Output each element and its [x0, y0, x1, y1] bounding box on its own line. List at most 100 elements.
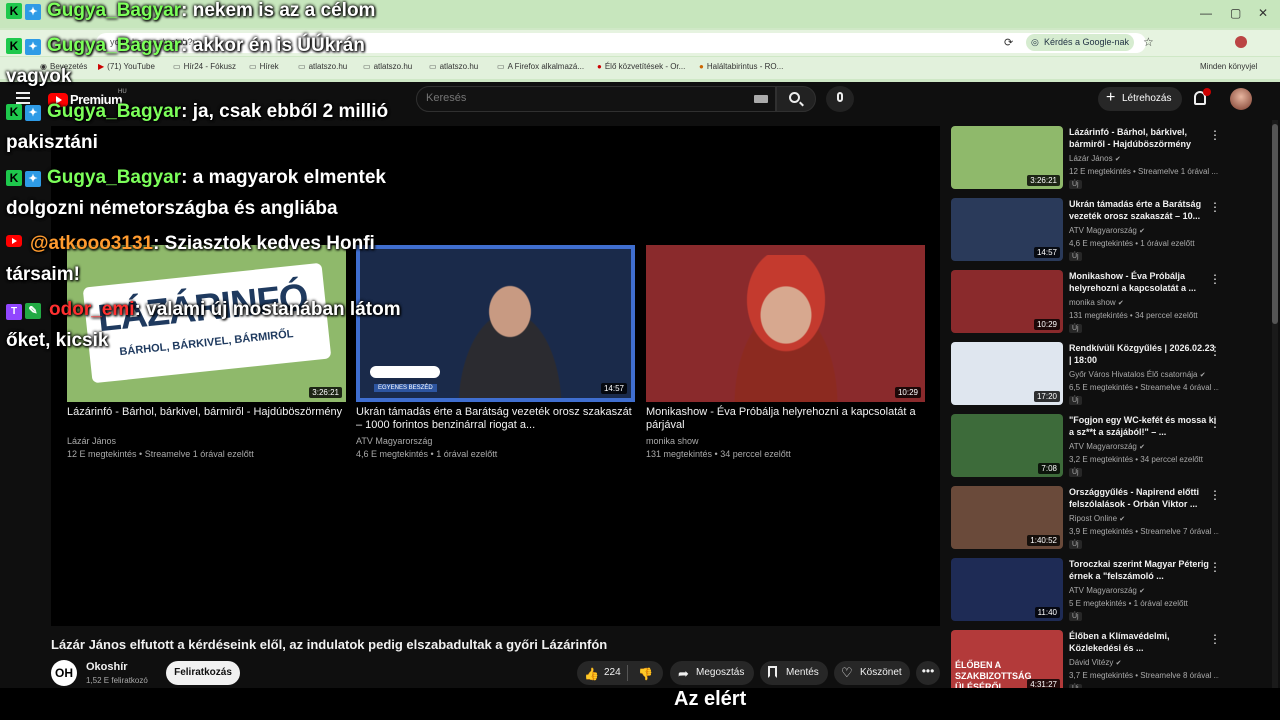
chat-text: : ja, csak ebből 2 millió	[181, 101, 389, 122]
verified-icon: ✔	[1139, 444, 1145, 451]
duration-badge: 10:29	[894, 387, 921, 398]
recommendation-channel[interactable]: Ripost Online ✔	[1069, 514, 1125, 523]
bookmark-item[interactable]: ▭ Hírek	[249, 62, 279, 71]
more-options-icon[interactable]: ⋮	[1209, 344, 1221, 358]
video-thumbnail[interactable]: 7:08	[951, 414, 1063, 477]
end-screen-card[interactable]: EGYENES BESZÉD 14:57	[356, 245, 635, 402]
folder-icon: ▭	[173, 62, 181, 71]
youtube-icon: ▶	[98, 62, 105, 71]
recommendation-title[interactable]: Toroczkai szerint Magyar Péterig érnek a…	[1069, 558, 1219, 582]
create-label: Létrehozás	[1122, 93, 1172, 104]
search-input[interactable]	[426, 92, 726, 104]
bookmark-item[interactable]: ▭ Hír24 - Fókusz	[173, 62, 236, 71]
recommendation-title[interactable]: Rendkívüli Közgyűlés | 2026.02.23 | 18:0…	[1069, 342, 1219, 366]
bookmark-item[interactable]: ▭ atlatszo.hu	[363, 62, 412, 71]
chat-message: @atkooo3131: Sziasztok kedves Honfi	[6, 233, 375, 255]
recommendation-channel[interactable]: ATV Magyarország ✔	[1069, 226, 1145, 235]
end-screen-card[interactable]: LÁZÁRINFÓ BÁRHOL, BÁRKIVEL, BÁRMIRŐL 3:2…	[67, 245, 346, 402]
recommendation-channel[interactable]: Dávid Vitézy ✔	[1069, 658, 1121, 667]
bookmark-item[interactable]: ▶ (71) YouTube	[98, 62, 155, 71]
subscriber-count: 1,52 E feliratkozó	[86, 676, 148, 685]
video-thumbnail[interactable]: 11:40	[951, 558, 1063, 621]
verified-icon: ✔	[1199, 372, 1206, 379]
recommendation-title[interactable]: Monikashow - Éva Próbálja helyrehozni a …	[1069, 270, 1219, 294]
bookmark-icon	[768, 666, 777, 678]
end-card-channel[interactable]: Lázár János	[67, 436, 116, 446]
more-options-icon[interactable]: ⋮	[1209, 272, 1221, 286]
all-bookmarks[interactable]: Minden könyvjel	[1200, 62, 1257, 71]
recommendation-item[interactable]: 11:40 Toroczkai szerint Magyar Péterig ér…	[951, 558, 1263, 624]
microphone-icon	[837, 92, 843, 102]
recommendation-item[interactable]: 14:57 Ukrán támadás érte a Barátság vezet…	[951, 198, 1263, 264]
video-thumbnail[interactable]: 14:57	[951, 198, 1063, 261]
ask-google-button[interactable]: ◎ Kérdés a Google-nak	[1026, 34, 1134, 51]
more-options-icon[interactable]: ⋮	[1209, 632, 1221, 646]
recommendation-channel[interactable]: monika show ✔	[1069, 298, 1124, 307]
like-count[interactable]: 224	[604, 667, 621, 678]
recommendation-channel[interactable]: ATV Magyarország ✔	[1069, 442, 1145, 451]
recommendation-title[interactable]: "Fogjon egy WC-kefét és mossa ki a sz**t…	[1069, 414, 1219, 438]
recommendation-title[interactable]: Élőben a Klímavédelmi, Közlekedési és ..…	[1069, 630, 1219, 654]
channel-name[interactable]: Okoshír	[86, 661, 128, 673]
user-avatar[interactable]	[1230, 88, 1252, 110]
bookmark-item[interactable]: ▭ atlatszo.hu	[429, 62, 478, 71]
recommendation-channel[interactable]: Lázár János ✔	[1069, 154, 1121, 163]
chat-message-cont: dolgozni németországba és angliába	[6, 198, 338, 219]
minimize-icon[interactable]: —	[1200, 6, 1212, 20]
recommendation-title[interactable]: Országgyűlés - Napirend előtti felszólal…	[1069, 486, 1219, 510]
more-options-icon[interactable]: ⋮	[1209, 416, 1221, 430]
video-thumbnail[interactable]: 1:40:52	[951, 486, 1063, 549]
end-card-channel[interactable]: ATV Magyarország	[356, 436, 432, 446]
recommendation-channel[interactable]: ATV Magyarország ✔	[1069, 586, 1145, 595]
more-options-icon[interactable]: ⋮	[1209, 128, 1221, 142]
video-thumbnail[interactable]: 3:26:21	[951, 126, 1063, 189]
new-badge: Új	[1069, 468, 1082, 477]
more-actions-button[interactable]: •••	[916, 661, 940, 685]
recommendation-meta: 3,2 E megtekintés • 34 perccel ezelőtt	[1069, 455, 1203, 464]
folder-icon: ▭	[249, 62, 257, 71]
folder-icon: ▭	[363, 62, 371, 71]
thumbs-up-icon[interactable]: 👍	[584, 667, 599, 681]
keyboard-icon[interactable]	[754, 95, 768, 103]
recommendation-item[interactable]: 3:26:21 Lázárinfó - Bárhol, bárkivel, bár…	[951, 126, 1263, 192]
recommendation-item[interactable]: 1:40:52 Országgyűlés - Napirend előtti fe…	[951, 486, 1263, 552]
bookmark-item[interactable]: ▭ atlatszo.hu	[298, 62, 347, 71]
bookmark-item[interactable]: ● Élő közvetítések - Or...	[597, 62, 685, 71]
recommendation-item[interactable]: 10:29 Monikashow - Éva Próbálja helyrehoz…	[951, 270, 1263, 336]
video-thumbnail[interactable]: 17:20	[951, 342, 1063, 405]
end-card-title[interactable]: Monikashow - Éva Próbálja helyrehozni a …	[646, 406, 925, 432]
recommendation-title[interactable]: Ukrán támadás érte a Barátság vezeték or…	[1069, 198, 1219, 222]
bookmark-item[interactable]: ● Haláltabirintus - RO...	[699, 62, 783, 71]
new-badge: Új	[1069, 396, 1082, 405]
recommendation-item[interactable]: 7:08 "Fogjon egy WC-kefét és mossa ki a s…	[951, 414, 1263, 480]
video-thumbnail[interactable]: ÉLŐBEN A SZAKBIZOTTSÁG ÜLÉSÉRŐL 4:31:27	[951, 630, 1063, 693]
subscribe-button[interactable]: Feliratkozás	[166, 661, 240, 685]
duration-badge: 14:57	[1033, 247, 1060, 258]
recommendation-item[interactable]: 17:20 Rendkívüli Közgyűlés | 2026.02.23 |…	[951, 342, 1263, 408]
scrollbar-thumb[interactable]	[1272, 124, 1278, 324]
reload-icon[interactable]: ⟳	[1004, 36, 1013, 49]
create-button[interactable]: + Létrehozás	[1098, 87, 1182, 111]
thumbs-down-icon[interactable]: 👎	[638, 667, 653, 681]
maximize-icon[interactable]: ▢	[1230, 6, 1241, 20]
more-options-icon[interactable]: ⋮	[1209, 488, 1221, 502]
bookmark-star-icon[interactable]: ☆	[1143, 35, 1154, 49]
more-options-icon[interactable]: ⋮	[1209, 200, 1221, 214]
recommendation-title[interactable]: Lázárinfó - Bárhol, bárkivel, bármiről -…	[1069, 126, 1219, 150]
end-card-channel[interactable]: monika show	[646, 436, 699, 446]
video-thumbnail[interactable]: 10:29	[951, 270, 1063, 333]
recommendation-meta: 12 E megtekintés • Streamelve 1 órával .…	[1069, 167, 1219, 176]
kick-icon: K	[6, 170, 22, 186]
profile-avatar[interactable]	[1235, 36, 1247, 48]
more-options-icon[interactable]: ⋮	[1209, 560, 1221, 574]
end-card-title[interactable]: Ukrán támadás érte a Barátság vezeték or…	[356, 406, 635, 432]
chat-text: : valami új mostanában látom	[134, 299, 401, 320]
show-label: EGYENES BESZÉD	[374, 384, 437, 392]
end-screen-card[interactable]: 10:29	[646, 245, 925, 402]
end-card-title[interactable]: Lázárinfó - Bárhol, bárkivel, bármiről -…	[67, 406, 346, 419]
recommendation-channel[interactable]: Győr Város Hivatalos Élő csatornája ✔	[1069, 370, 1206, 379]
bookmark-item[interactable]: ▭ A Firefox alkalmazá...	[497, 62, 584, 71]
close-window-icon[interactable]: ✕	[1258, 6, 1268, 20]
channel-avatar[interactable]: OH	[51, 660, 77, 686]
recommendation-item[interactable]: ÉLŐBEN A SZAKBIZOTTSÁG ÜLÉSÉRŐL 4:31:27 Él…	[951, 630, 1263, 696]
